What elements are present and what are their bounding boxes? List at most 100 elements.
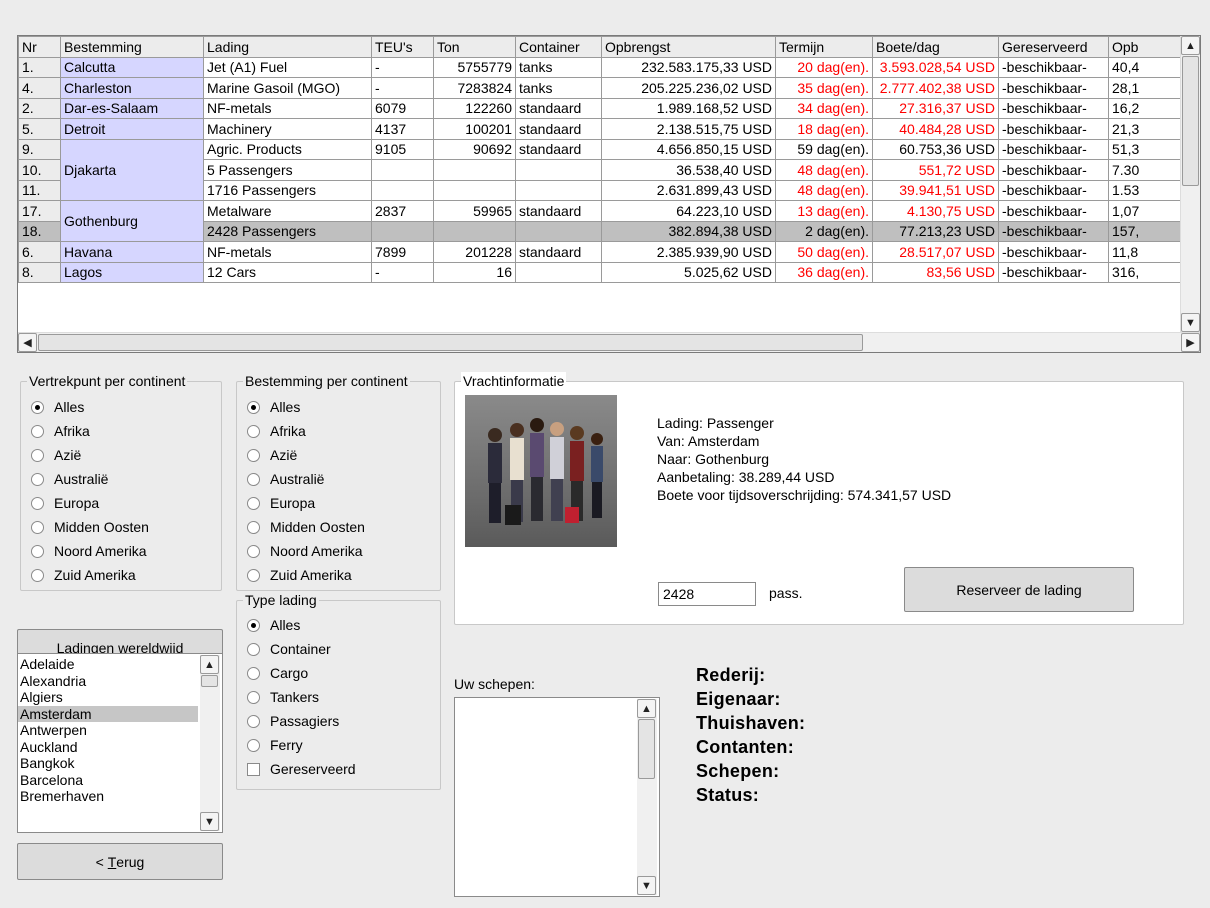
vertrek-option-alles[interactable]: Alles — [31, 397, 84, 417]
header-boete[interactable]: Boete/dag — [872, 36, 999, 58]
terug-rest: erug — [116, 853, 145, 870]
vertrek-option-europa[interactable]: Europa — [31, 493, 99, 513]
table-row[interactable]: 2. Dar-es-Salaam NF-metals 6079 122260 s… — [18, 97, 1182, 119]
cell-opbrengst: 2.138.515,75 USD — [601, 118, 776, 140]
scroll-up-icon[interactable]: ▲ — [637, 699, 656, 718]
bestemming-option-australie[interactable]: Australië — [247, 469, 324, 489]
bestemming-group-title: Bestemming per continent — [243, 372, 410, 390]
vertrek-option-azie[interactable]: Azië — [31, 445, 81, 465]
type-option-container[interactable]: Container — [247, 639, 331, 659]
cell-nr: 18. — [18, 220, 61, 242]
header-container[interactable]: Container — [515, 36, 602, 58]
cell-opbrengst: 64.223,10 USD — [601, 200, 776, 222]
cell-gereserveerd: -beschikbaar- — [998, 77, 1109, 99]
schepen-scroll-thumb[interactable] — [638, 719, 655, 779]
cell-lading: Machinery — [203, 118, 372, 140]
city-listbox[interactable]: Adelaide Alexandria Algiers Amsterdam An… — [17, 653, 223, 833]
bestemming-option-europa[interactable]: Europa — [247, 493, 315, 513]
header-termijn[interactable]: Termijn — [775, 36, 873, 58]
cell-nr: 1. — [18, 56, 61, 78]
table-row[interactable]: 17. Gothenburg Metalware 2837 59965 stan… — [18, 200, 1182, 242]
type-option-alles[interactable]: Alles — [247, 615, 300, 635]
scroll-up-icon[interactable]: ▲ — [1181, 36, 1200, 55]
cell-lading: Jet (A1) Fuel — [203, 56, 372, 78]
list-item[interactable]: Adelaide — [18, 656, 198, 673]
table-row[interactable]: 4. Charleston Marine Gasoil (MGO) - 7283… — [18, 77, 1182, 99]
gereserveerd-checkbox[interactable]: Gereserveerd — [247, 759, 356, 779]
bestemming-option-afrika[interactable]: Afrika — [247, 421, 306, 441]
type-option-passagiers[interactable]: Passagiers — [247, 711, 339, 731]
cell-opb: 11,8 — [1108, 241, 1182, 263]
table-row[interactable]: 1. Calcutta Jet (A1) Fuel - 5755779 tank… — [18, 56, 1182, 78]
amount-input[interactable] — [658, 582, 756, 606]
header-lading[interactable]: Lading — [203, 36, 372, 58]
scroll-up-icon[interactable]: ▲ — [200, 655, 219, 674]
reserveer-button[interactable]: Reserveer de lading — [904, 567, 1134, 612]
bestemming-option-alles[interactable]: Alles — [247, 397, 300, 417]
cell-teu: - — [371, 56, 434, 78]
type-lading-group-title: Type lading — [243, 591, 319, 609]
vertical-scroll-thumb[interactable] — [1182, 56, 1199, 186]
cell-lading: 2428 Passengers — [203, 220, 372, 242]
header-gereserveerd[interactable]: Gereserveerd — [998, 36, 1109, 58]
vertrek-option-zuid-amerika[interactable]: Zuid Amerika — [31, 565, 136, 585]
bestemming-option-midden-oosten[interactable]: Midden Oosten — [247, 517, 365, 537]
type-option-cargo[interactable]: Cargo — [247, 663, 308, 683]
header-nr[interactable]: Nr — [18, 36, 61, 58]
header-opb[interactable]: Opb — [1108, 36, 1182, 58]
radio-icon — [31, 448, 44, 462]
cargo-grid[interactable]: Nr Bestemming Lading TEU's Ton Container… — [17, 35, 1201, 353]
bestemming-option-zuid-amerika[interactable]: Zuid Amerika — [247, 565, 352, 585]
list-scroll-thumb[interactable] — [201, 675, 218, 687]
list-item[interactable]: Bangkok — [18, 755, 198, 772]
radio-label: Alles — [270, 617, 301, 633]
vertrek-option-noord-amerika[interactable]: Noord Amerika — [31, 541, 147, 561]
cell-teu: - — [371, 77, 434, 99]
header-bestemming[interactable]: Bestemming — [60, 36, 204, 58]
terug-button[interactable]: < Terug — [17, 843, 223, 880]
list-item[interactable]: Antwerpen — [18, 722, 198, 739]
list-item[interactable]: Alexandria — [18, 673, 198, 690]
vertrek-option-afrika[interactable]: Afrika — [31, 421, 90, 441]
vertrek-option-midden-oosten[interactable]: Midden Oosten — [31, 517, 149, 537]
scroll-down-icon[interactable]: ▼ — [1181, 313, 1200, 332]
horizontal-scroll-thumb[interactable] — [38, 334, 863, 351]
table-body: 1. Calcutta Jet (A1) Fuel - 5755779 tank… — [18, 56, 1182, 283]
radio-label: Cargo — [270, 665, 309, 681]
bestemming-option-azie[interactable]: Azië — [247, 445, 297, 465]
cell-termijn: 18 dag(en). — [775, 118, 873, 140]
list-item[interactable]: Algiers — [18, 689, 198, 706]
header-ton[interactable]: Ton — [433, 36, 516, 58]
table-row[interactable]: 8. Lagos 12 Cars - 16 5.025,62 USD 36 da… — [18, 261, 1182, 283]
scroll-down-icon[interactable]: ▼ — [637, 876, 656, 895]
radio-label: Noord Amerika — [54, 543, 147, 559]
scroll-down-icon[interactable]: ▼ — [200, 812, 219, 831]
type-option-tankers[interactable]: Tankers — [247, 687, 319, 707]
table-row[interactable]: 9. Djakarta Agric. Products 9105 90692 s… — [18, 138, 1182, 201]
scroll-right-icon[interactable]: ▶ — [1181, 333, 1200, 352]
radio-icon — [247, 424, 260, 438]
header-teus[interactable]: TEU's — [371, 36, 434, 58]
list-item-selected[interactable]: Amsterdam — [18, 705, 198, 722]
cell-lading: Metalware — [203, 200, 372, 222]
radio-icon — [247, 714, 260, 728]
list-item[interactable]: Auckland — [18, 739, 198, 756]
list-item[interactable]: Bremerhaven — [18, 788, 198, 805]
table-row[interactable]: 6. Havana NF-metals 7899 201228 standaar… — [18, 241, 1182, 263]
list-item[interactable]: Barcelona — [18, 772, 198, 789]
cell-bestemming: Dar-es-Salaam — [60, 97, 204, 119]
city-list-scrollbar[interactable]: ▲ ▼ — [200, 655, 220, 831]
schepen-listbox[interactable]: ▲ ▼ — [454, 697, 660, 897]
cell-opb: 1,07 — [1108, 200, 1182, 222]
bestemming-option-noord-amerika[interactable]: Noord Amerika — [247, 541, 363, 561]
cell-termijn: 59 dag(en). — [775, 138, 873, 160]
schepen-scrollbar[interactable]: ▲ ▼ — [637, 699, 657, 895]
type-option-ferry[interactable]: Ferry — [247, 735, 303, 755]
scroll-left-icon[interactable]: ◀ — [18, 333, 37, 352]
header-opbrengst[interactable]: Opbrengst — [601, 36, 776, 58]
grid-vertical-scrollbar[interactable]: ▲ ▼ — [1180, 36, 1200, 332]
table-row[interactable]: 5. Detroit Machinery 4137 100201 standaa… — [18, 118, 1182, 140]
vertrek-option-australie[interactable]: Australië — [31, 469, 108, 489]
radio-label: Azië — [54, 447, 82, 463]
grid-horizontal-scrollbar[interactable]: ◀ ▶ — [18, 332, 1200, 352]
